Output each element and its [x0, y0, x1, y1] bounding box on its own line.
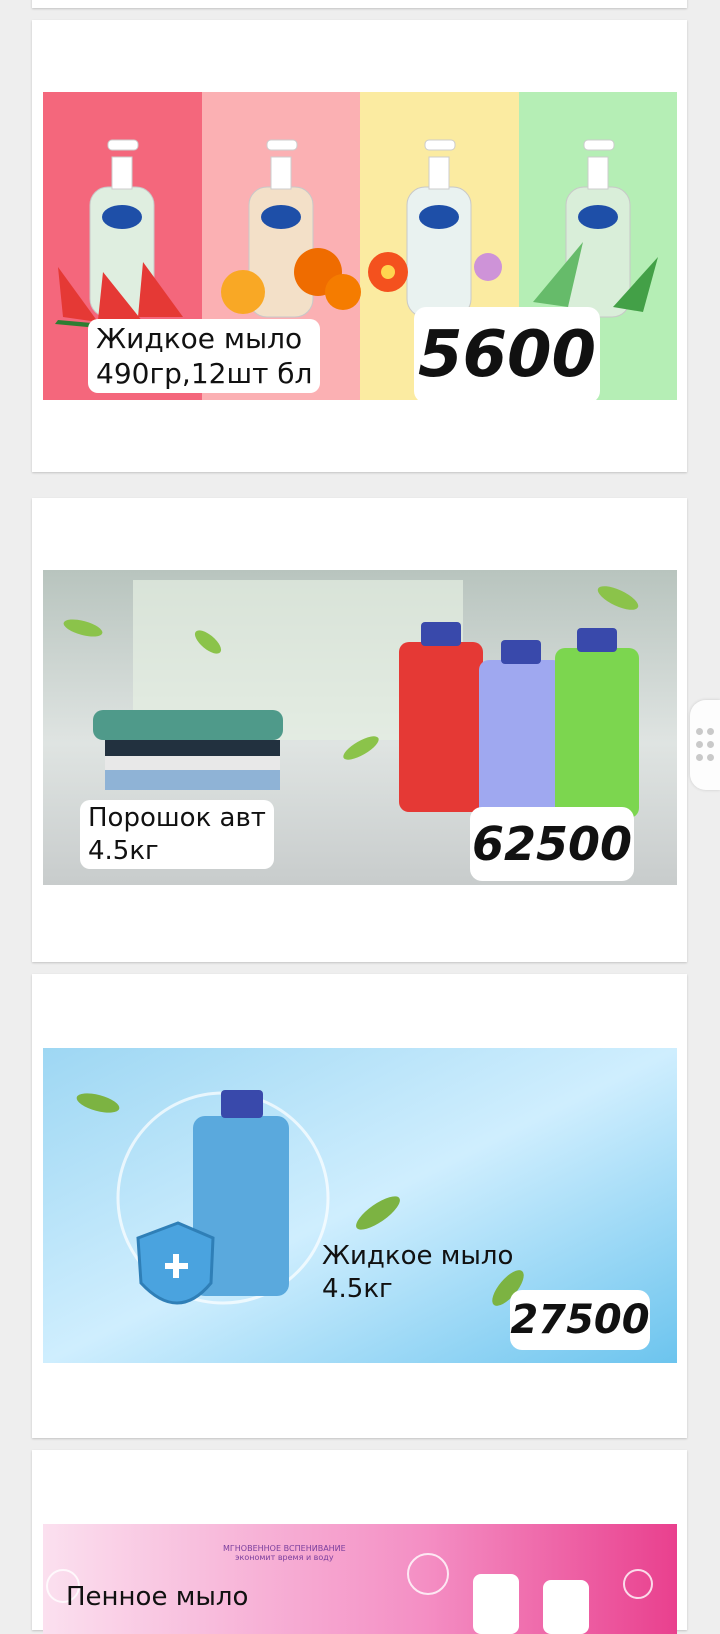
- product-card-liquid-soap-4-5kg[interactable]: Жидкое мыло 4.5кг 27500: [32, 974, 687, 1438]
- product-title-line1: Порошок авт: [88, 803, 266, 833]
- billur-logo-icon: [261, 205, 301, 229]
- soap-bottle-pump: [428, 156, 450, 190]
- soap-bottle-pump: [111, 156, 133, 190]
- product-title-line2: 4.5кг: [88, 835, 159, 866]
- product-banner-image: МГНОВЕННОЕ ВСПЕНИВАНИЕ экономит время и …: [43, 1524, 677, 1634]
- product-title-label: Жидкое мыло 490гр,12шт бл: [88, 319, 321, 393]
- product-title-line2: 490гр,12шт бл: [96, 357, 313, 390]
- soap-bottle-pump: [270, 156, 292, 190]
- soap-bottle-pump: [587, 156, 609, 190]
- product-title-line1: Пенное мыло: [66, 1582, 249, 1612]
- soap-bottle-pump-head: [266, 139, 298, 151]
- product-price-badge: 27500: [510, 1290, 650, 1350]
- product-price-badge: 62500: [470, 807, 634, 881]
- product-title-line2: 4.5кг: [322, 1273, 393, 1304]
- billur-logo-icon: [578, 205, 618, 229]
- product-card-liquid-soap-490[interactable]: Жидкое мыло 490гр,12шт бл 5600: [32, 20, 687, 472]
- side-scroll-handle[interactable]: [690, 700, 720, 790]
- product-title-line1: Жидкое мыло: [322, 1241, 514, 1271]
- soap-bottle-pump-head: [107, 139, 139, 151]
- billur-logo-icon: [419, 205, 459, 229]
- product-card-top-partial[interactable]: [32, 0, 687, 8]
- banner-top-text: МГНОВЕННОЕ ВСПЕНИВАНИЕ экономит время и …: [223, 1544, 346, 1562]
- product-title-label: Жидкое мыло 4.5кг: [322, 1240, 513, 1305]
- soap-bottle-pump-head: [583, 139, 615, 151]
- product-price-badge: 5600: [414, 307, 600, 403]
- drag-handle-icon: [696, 728, 716, 762]
- foam-soap-image: [43, 1524, 677, 1634]
- billur-logo-icon: [102, 205, 142, 229]
- product-card-foam-soap[interactable]: МГНОВЕННОЕ ВСПЕНИВАНИЕ экономит время и …: [32, 1450, 687, 1634]
- product-title-line1: Жидкое мыло: [96, 322, 303, 355]
- soap-bottle-pump-head: [424, 139, 456, 151]
- product-card-washing-powder[interactable]: Порошок авт 4.5кг 62500: [32, 498, 687, 962]
- product-title-label: Порошок авт 4.5кг: [80, 800, 274, 869]
